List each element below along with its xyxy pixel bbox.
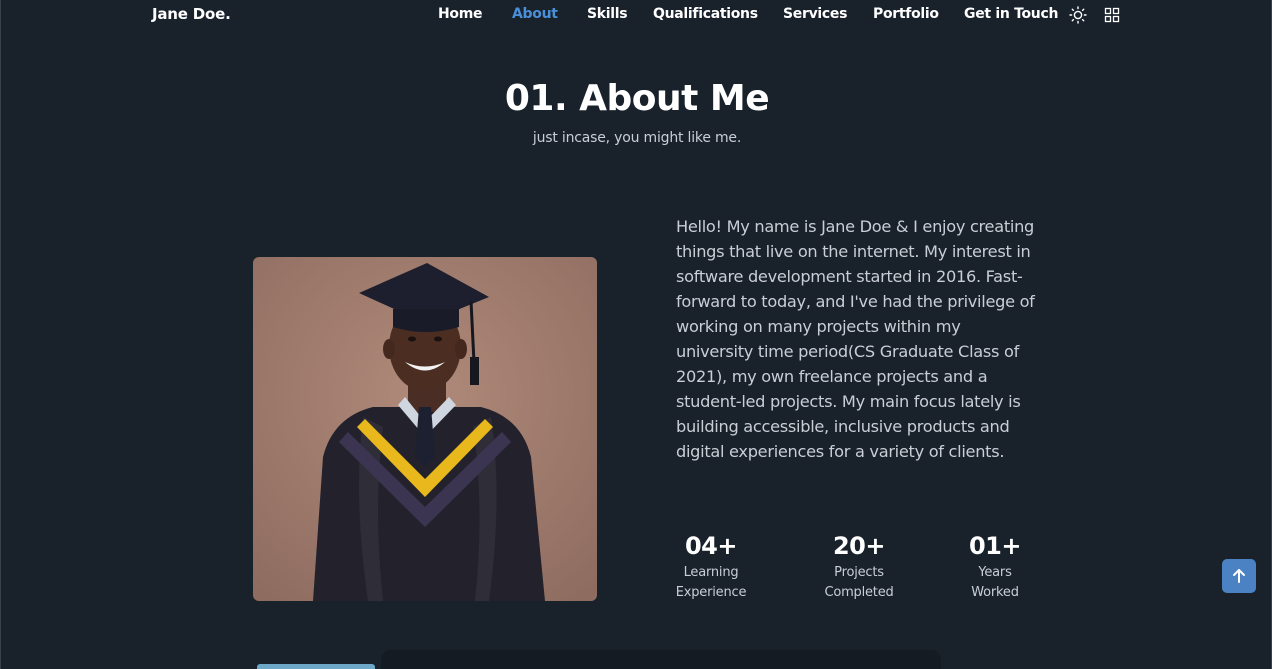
- nav-item-skills[interactable]: Skills: [587, 6, 628, 22]
- stat-number: 01+: [968, 532, 1022, 560]
- nav-item-services[interactable]: Services: [783, 6, 847, 22]
- sun-icon[interactable]: [1069, 6, 1087, 24]
- stat-years-worked: 01+ Years Worked: [963, 530, 1027, 603]
- header: Jane Doe. Home About Skills Qualificatio…: [1, 0, 1272, 30]
- site-logo[interactable]: Jane Doe.: [152, 5, 231, 23]
- stat-label-line1: Projects: [834, 565, 884, 580]
- stat-projects-completed: 20+ Projects Completed: [818, 530, 900, 603]
- section-subtitle: just incase, you might like me.: [532, 130, 742, 146]
- profile-photo: [253, 257, 597, 601]
- nav-item-get-in-touch[interactable]: Get in Touch: [964, 6, 1058, 22]
- stat-label-line2: Completed: [824, 585, 894, 600]
- nav-item-home[interactable]: Home: [438, 6, 483, 22]
- stat-label-line2: Experience: [675, 585, 747, 600]
- stat-label-line1: Learning: [683, 565, 739, 580]
- stat-number: 20+: [832, 532, 886, 560]
- stat-label-line2: Worked: [971, 585, 1019, 600]
- about-bio: Hello! My name is Jane Doe & I enjoy cre…: [676, 217, 1035, 461]
- arrow-up-icon: [1233, 569, 1245, 583]
- next-section-tab: [257, 664, 375, 669]
- nav-item-about[interactable]: About: [512, 6, 558, 22]
- stat-learning-experience: 04+ Learning Experience: [672, 530, 750, 603]
- stat-label-line1: Years: [978, 565, 1012, 580]
- section-title: 01. About Me: [504, 78, 770, 119]
- scroll-to-top-button[interactable]: [1222, 559, 1256, 593]
- next-section-edge: [381, 650, 941, 669]
- nav-item-portfolio[interactable]: Portfolio: [873, 6, 939, 22]
- stat-number: 04+: [684, 532, 738, 560]
- grid-menu-icon[interactable]: [1103, 6, 1121, 24]
- nav-item-qualifications[interactable]: Qualifications: [653, 6, 758, 22]
